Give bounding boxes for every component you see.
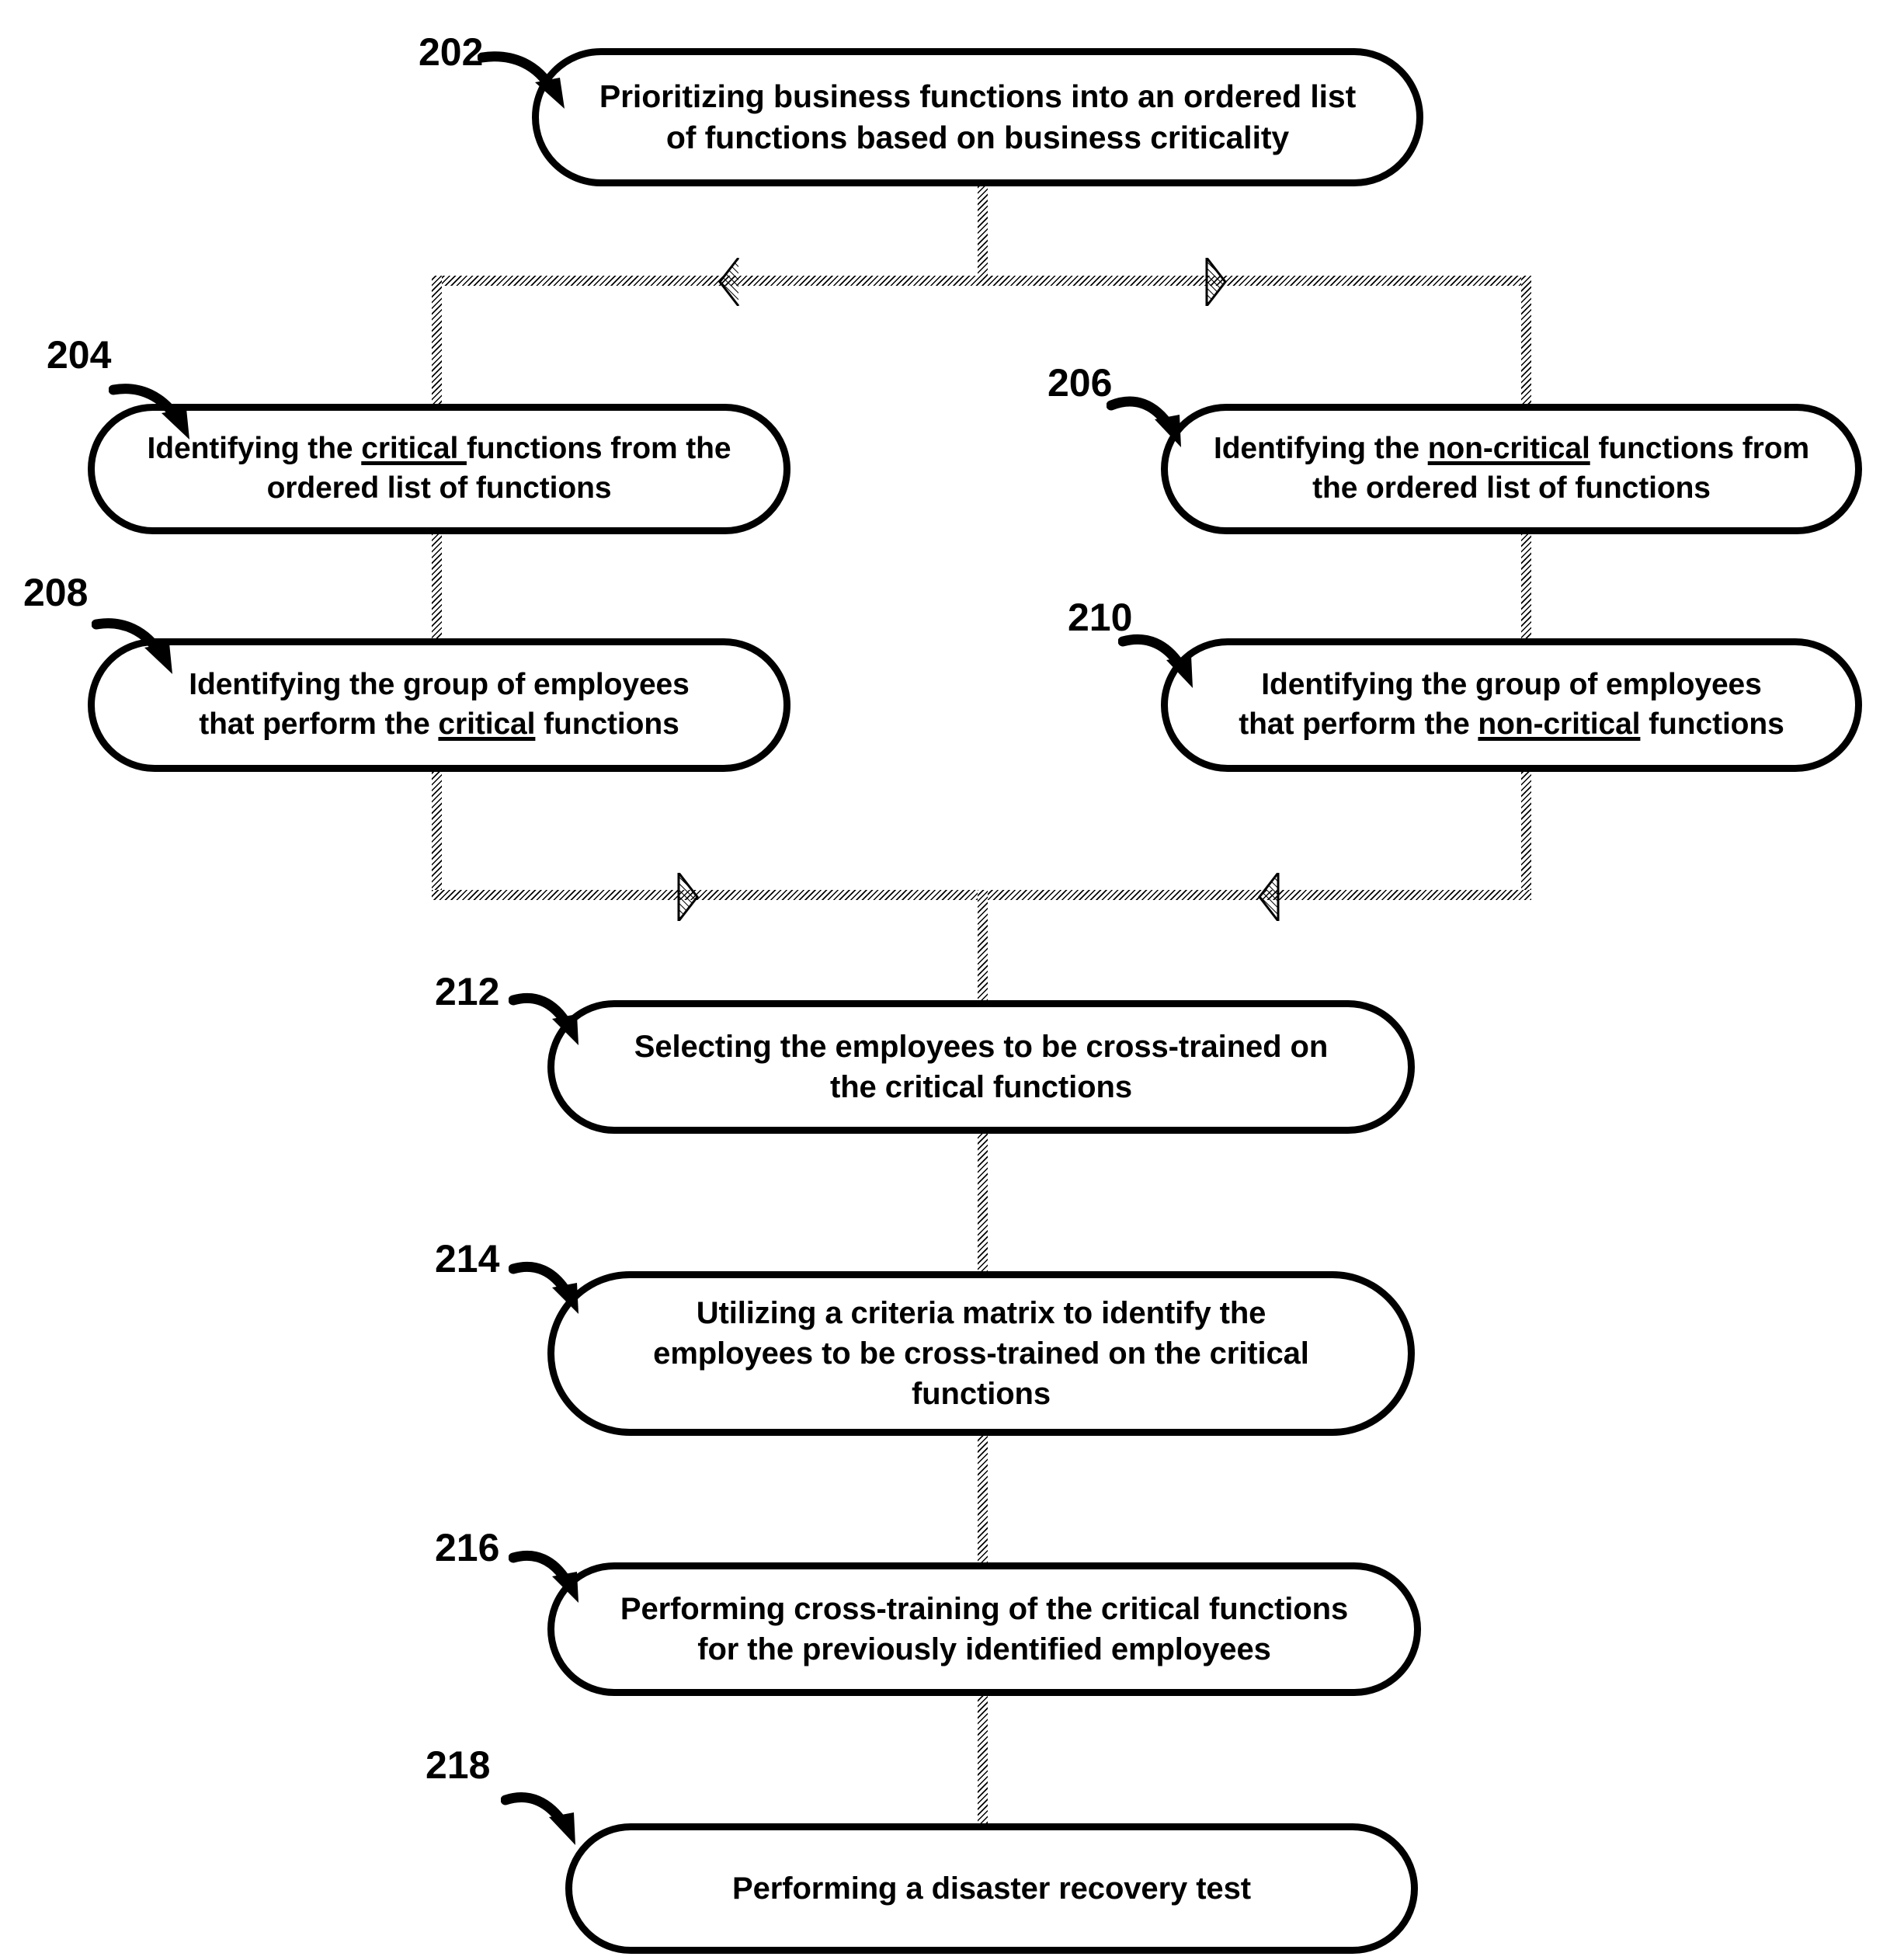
connector-bus-to-206: [1521, 276, 1531, 408]
node-208-label: Identifying the group of employees that p…: [189, 668, 690, 741]
connector-212-to-214: [978, 1126, 988, 1277]
ref-numeral-212: 212: [435, 970, 500, 1013]
node-206-label: Identifying the non-critical functions f…: [1213, 432, 1810, 505]
node-210[interactable]: Identifying the group of employees that p…: [1161, 638, 1862, 772]
node-214[interactable]: Utilizing a criteria matrix to identify …: [547, 1271, 1415, 1436]
connector-bus-to-204: [432, 276, 442, 408]
node-216[interactable]: Performing cross-training of the critica…: [547, 1562, 1421, 1696]
node-210-label: Identifying the group of employees that p…: [1239, 668, 1784, 741]
connector-210-to-merge: [1521, 769, 1531, 890]
connector-top-bus: [432, 276, 1531, 286]
node-202-label: Prioritizing business functions into an …: [599, 78, 1357, 155]
node-218[interactable]: Performing a disaster recovery test: [565, 1823, 1418, 1954]
ref-numeral-216: 216: [435, 1526, 500, 1569]
ref-numeral-210: 210: [1068, 596, 1133, 639]
node-206[interactable]: Identifying the non-critical functions f…: [1161, 404, 1862, 534]
node-212-label: Selecting the employees to be cross-trai…: [634, 1030, 1329, 1104]
ref-numeral-208: 208: [23, 571, 89, 614]
ref-numeral-202: 202: [419, 30, 484, 74]
connector-204-to-208: [432, 530, 442, 640]
connector-202-to-bus: [978, 180, 988, 281]
node-208[interactable]: Identifying the group of employees that p…: [88, 638, 790, 772]
node-202[interactable]: Prioritizing business functions into an …: [532, 48, 1423, 186]
node-214-label: Utilizing a criteria matrix to identify …: [653, 1296, 1309, 1411]
ref-numeral-206: 206: [1048, 361, 1113, 405]
connector-216-to-218: [978, 1689, 988, 1829]
connector-merge-to-212: [978, 890, 988, 1006]
ref-numeral-214: 214: [435, 1237, 500, 1281]
node-204-label: Identifying the critical functions from …: [147, 432, 731, 505]
flowchart-figure: Prioritizing business functions into an …: [0, 0, 1904, 1960]
connector-208-to-merge: [432, 769, 442, 890]
node-204[interactable]: Identifying the critical functions from …: [88, 404, 790, 534]
node-212[interactable]: Selecting the employees to be cross-trai…: [547, 1000, 1415, 1134]
ref-numeral-218: 218: [426, 1743, 491, 1787]
node-216-label: Performing cross-training of the critica…: [620, 1592, 1349, 1666]
connector-214-to-216: [978, 1429, 988, 1569]
connector-206-to-210: [1521, 530, 1531, 640]
node-218-label: Performing a disaster recovery test: [732, 1871, 1251, 1906]
ref-numeral-204: 204: [47, 333, 112, 377]
